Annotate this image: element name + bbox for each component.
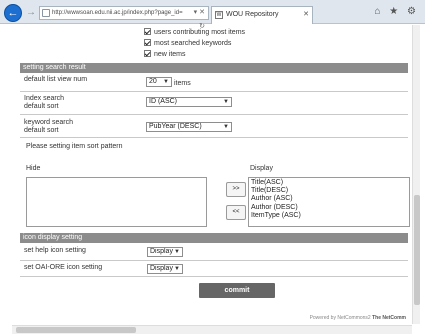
checkbox[interactable] [144, 39, 151, 46]
list-item[interactable]: Author (ASC) [249, 195, 409, 203]
display-label: Display [250, 165, 273, 172]
chevron-down-icon: ▼ [174, 266, 180, 272]
checkbox[interactable] [144, 50, 151, 57]
home-favorites-settings-icons[interactable]: ⌂ ★ ⚙ [374, 6, 419, 17]
divider [20, 137, 408, 138]
keyword-sort-label-2: default sort [24, 127, 59, 134]
oai-icon-label: set OAI-ORE icon setting [24, 264, 103, 271]
page-icon [42, 9, 50, 17]
divider [20, 91, 408, 92]
divider [20, 276, 408, 277]
keyword-sort-select[interactable]: PubYear (DESC) ▼ [146, 122, 232, 132]
select-value: ID (ASC) [149, 98, 177, 105]
list-item[interactable]: Title(DESC) [249, 187, 409, 195]
index-sort-select[interactable]: ID (ASC) ▼ [146, 97, 232, 107]
forward-arrow-icon[interactable]: → [25, 7, 37, 19]
scroll-thumb[interactable] [16, 327, 136, 333]
sort-pattern-label: Please setting item sort pattern [26, 143, 123, 150]
tab-close-icon[interactable]: ✕ [303, 7, 309, 22]
hide-label: Hide [26, 165, 41, 172]
ranking-option[interactable]: users contributing most items [144, 28, 245, 38]
footer-link[interactable]: The NetComm [372, 315, 406, 321]
select-value: 20 [149, 78, 157, 85]
favicon-icon: W [215, 11, 223, 19]
section-header-icon-display: icon display setting [20, 233, 408, 243]
section-header-search-result: setting search result [20, 63, 408, 73]
items-unit: items [174, 80, 191, 87]
list-view-select[interactable]: 20 ▼ [146, 77, 172, 87]
index-sort-label-2: default sort [24, 103, 59, 110]
back-arrow-icon[interactable]: ← [4, 4, 22, 22]
chevron-down-icon: ▼ [223, 124, 229, 130]
select-value: Display [150, 248, 173, 255]
browser-toolbar: ← → http://wwwsoan.edu.nii.ac.jp/index.p… [0, 0, 425, 30]
display-listbox[interactable]: Title(ASC) Title(DESC) Author (ASC) Auth… [248, 177, 410, 227]
list-item[interactable]: Author (DESC) [249, 204, 409, 212]
powered-by-text: Powered by NetCommons2 [309, 315, 373, 321]
chevron-down-icon: ▼ [174, 249, 180, 255]
browser-tab[interactable]: W WOU Repository ✕ [211, 6, 313, 24]
help-icon-select[interactable]: Display ▼ [147, 247, 183, 257]
list-item[interactable]: Title(ASC) [249, 179, 409, 187]
chevron-down-icon: ▼ [163, 79, 169, 85]
select-value: PubYear (DESC) [149, 123, 202, 130]
vertical-scrollbar[interactable] [412, 25, 420, 324]
index-sort-label: Index search [24, 95, 65, 102]
checkbox[interactable] [144, 28, 151, 35]
settings-page: users contributing most items most searc… [12, 25, 410, 325]
help-icon-label: set help icon setting [24, 247, 86, 254]
move-to-hide-button[interactable]: << [226, 205, 246, 220]
ranking-option[interactable]: new items [144, 50, 186, 60]
chevron-down-icon: ▼ [223, 99, 229, 105]
divider [20, 114, 408, 115]
option-label: new items [154, 51, 186, 58]
keyword-sort-label: keyword search [24, 119, 74, 126]
commit-button[interactable]: commit [199, 283, 275, 298]
address-bar[interactable]: http://wwwsoan.edu.nii.ac.jp/index.php?p… [39, 6, 209, 20]
move-to-display-button[interactable]: >> [226, 182, 246, 197]
list-item[interactable]: ItemType (ASC) [249, 212, 409, 220]
page-footer: Powered by NetCommons2 The NetComm [310, 315, 406, 321]
scroll-thumb[interactable] [414, 195, 420, 305]
tab-title: WOU Repository [226, 11, 279, 18]
horizontal-scrollbar[interactable] [12, 325, 412, 334]
select-value: Display [150, 265, 173, 272]
address-buttons[interactable]: ▾ ✕ ↻ [186, 6, 208, 30]
divider [20, 260, 408, 261]
address-text: http://wwwsoan.edu.nii.ac.jp/index.php?p… [52, 10, 183, 16]
ranking-option[interactable]: most searched keywords [144, 39, 231, 49]
list-view-label: default list view num [24, 76, 88, 83]
oai-icon-select[interactable]: Display ▼ [147, 264, 183, 274]
option-label: most searched keywords [154, 40, 232, 47]
hide-listbox[interactable] [26, 177, 207, 227]
option-label: users contributing most items [154, 29, 246, 36]
